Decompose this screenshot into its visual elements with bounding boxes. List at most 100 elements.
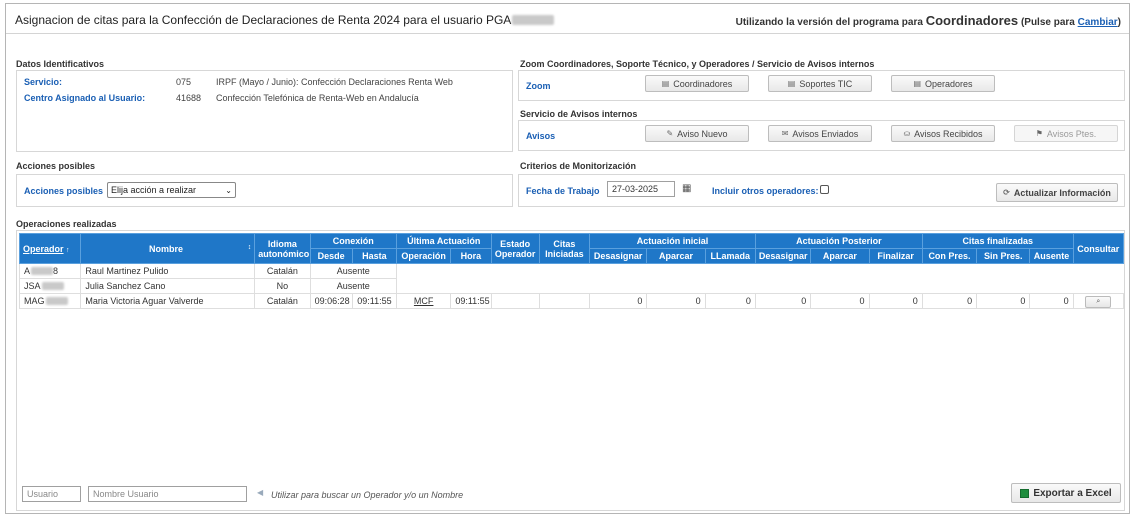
row-operacion[interactable]: MCF (396, 293, 452, 309)
acciones-select[interactable]: Elija acción a realizar ⌄ (107, 182, 236, 198)
nombre-placeholder: Nombre Usuario (93, 489, 159, 499)
servicio-code: 075 (176, 77, 192, 87)
col-consultar: Consultar (1072, 233, 1125, 264)
redacted-operador (31, 267, 54, 275)
aviso-nuevo-label: Aviso Nuevo (677, 128, 728, 139)
avisos-recibidos-label: Avisos Recibidos (914, 128, 983, 139)
zoom-operadores-button[interactable]: ▤ Operadores (891, 75, 995, 92)
zoom-soportes-label: Soportes TIC (799, 78, 853, 89)
centro-code: 41688 (176, 93, 202, 103)
page-title: Asignacion de citas para la Confección d… (15, 13, 555, 27)
zoom-soportes-button[interactable]: ▤ Soportes TIC (768, 75, 872, 92)
avisos-enviados-button[interactable]: ✉ Avisos Enviados (768, 125, 872, 142)
col-desde: Desde (309, 248, 353, 264)
row-estado (490, 293, 540, 309)
servicio-label: Servicio: (24, 77, 63, 87)
zoom-operadores-label: Operadores (925, 78, 973, 89)
table-row[interactable]: A8 Raul Martinez Pulido Catalán Ausente (18, 263, 1124, 279)
row-ai-aparcar: 0 (646, 293, 706, 309)
col-cf-ausente: Ausente (1029, 248, 1074, 264)
pencil-icon: ✎ (666, 129, 674, 138)
operador-prefix: A (24, 266, 31, 276)
avisos-enviados-label: Avisos Enviados (792, 128, 859, 139)
col-operacion: Operación (396, 248, 452, 264)
version-info: Utilizando la versión del programa para … (736, 13, 1121, 28)
version-name: Coordinadores (925, 13, 1019, 28)
actualizar-label: Actualizar Información (1013, 187, 1111, 198)
usuario-placeholder: Usuario (27, 489, 59, 499)
table-row[interactable]: MAG Maria Victoria Aguar Valverde Catalá… (18, 293, 1125, 309)
col-cf-con-pres: Con Pres. (921, 248, 978, 264)
col-operador-label: Operador (23, 243, 64, 254)
col-hasta: Hasta (351, 248, 398, 264)
refresh-icon: ⟳ (1003, 188, 1010, 197)
zoom-coordinadores-button[interactable]: ▤ Coordinadores (645, 75, 749, 92)
acciones-label: Acciones posibles (24, 186, 104, 196)
avisos-ptes-button[interactable]: ⚑ Avisos Ptes. (1014, 125, 1118, 142)
criterios-section-title: Criterios de Monitorización (520, 161, 637, 171)
incluir-otros-checkbox[interactable] (820, 185, 829, 194)
nombre-search-input[interactable]: Nombre Usuario (88, 486, 247, 502)
col-nombre[interactable]: Nombre ↕ (80, 233, 256, 264)
col-ultima-actuacion: Última Actuación (396, 233, 492, 249)
avisos-recibidos-button[interactable]: ⛀ Avisos Recibidos (891, 125, 995, 142)
row-ap-finalizar: 0 (868, 293, 923, 309)
search-hint: Utilizar para buscar un Operador y/o un … (271, 490, 464, 500)
redacted-operador (45, 297, 68, 305)
operaciones-section-title: Operaciones realizadas (16, 219, 117, 229)
row-ai-desasignar: 0 (589, 293, 648, 309)
col-ap-aparcar: Aparcar (810, 248, 870, 264)
row-consultar: ⌕ (1072, 293, 1125, 309)
operacion-link[interactable]: MCF (414, 296, 434, 306)
centro-label: Centro Asignado al Usuario: (24, 93, 146, 103)
version-suffix-close: ) (1117, 17, 1121, 28)
export-excel-button[interactable]: Exportar a Excel (1011, 483, 1121, 503)
avisos-label: Avisos (526, 131, 556, 141)
col-idioma: Idioma autonómico (254, 233, 311, 264)
col-citas-finalizadas: Citas finalizadas (921, 233, 1074, 249)
page-title-text: Asignacion de citas para la Confección d… (15, 13, 512, 27)
servicio-desc: IRPF (Mayo / Junio): Confección Declarac… (216, 77, 453, 87)
row-hasta: 09:11:55 (351, 293, 398, 309)
row-desde: 09:06:28 (309, 293, 353, 309)
row-cf-con-pres: 0 (921, 293, 978, 309)
operador-prefix: JSA (24, 281, 41, 291)
monitor-icon: ▤ (661, 79, 670, 88)
avisos-panel: Avisos ✎ Aviso Nuevo ✉ Avisos Enviados ⛀ Av… (518, 120, 1125, 151)
centro-desc: Confección Telefónica de Renta-Web en An… (216, 93, 419, 103)
sort-up-icon: ↑ (66, 246, 70, 254)
search-icon: ⌕ (1096, 297, 1101, 305)
col-actuacion-inicial: Actuación inicial (589, 233, 756, 249)
row-citas-iniciadas (538, 293, 591, 309)
col-citas-iniciadas: Citas Iniciadas (538, 233, 591, 264)
col-ap-desasignar: Desasignar (754, 248, 812, 264)
row-cf-ausente: 0 (1029, 293, 1074, 309)
flag-icon: ⚑ (1035, 129, 1043, 138)
fecha-trabajo-input[interactable]: 27-03-2025 (607, 181, 675, 197)
change-version-link[interactable]: Cambiar (1078, 17, 1118, 28)
operador-prefix: MAG (24, 296, 45, 306)
col-nombre-label: Nombre (149, 243, 184, 254)
row-operador: JSA (18, 278, 82, 294)
acciones-section-title: Acciones posibles (16, 161, 96, 171)
aviso-nuevo-button[interactable]: ✎ Aviso Nuevo (645, 125, 749, 142)
monitor-icon: ▤ (913, 79, 922, 88)
col-operador[interactable]: Operador ↑ (18, 233, 82, 264)
arrow-left-icon: ◀ (257, 488, 264, 497)
row-ap-aparcar: 0 (810, 293, 870, 309)
main-window: Asignacion de citas para la Confección d… (5, 3, 1130, 514)
col-ai-desasignar: Desasignar (589, 248, 648, 264)
actualizar-button[interactable]: ⟳ Actualizar Información (996, 183, 1118, 202)
version-prefix: Utilizando la versión del programa para (735, 17, 923, 28)
fecha-trabajo-label: Fecha de Trabajo (526, 186, 600, 196)
usuario-search-input[interactable]: Usuario (22, 486, 81, 502)
row-nombre: Raul Martinez Pulido (80, 263, 256, 279)
acciones-panel: Acciones posibles Elija acción a realiza… (16, 174, 513, 207)
col-ai-llamada: LLamada (704, 248, 756, 264)
inbox-icon: ⛀ (903, 129, 911, 138)
calendar-icon[interactable]: ▦ (682, 183, 691, 194)
table-row[interactable]: JSA Julia Sanchez Cano No Ausente (18, 278, 1124, 294)
zoom-section-title: Zoom Coordinadores, Soporte Técnico, y O… (520, 59, 875, 69)
row-idioma: Catalán (254, 293, 311, 309)
consultar-button[interactable]: ⌕ (1085, 295, 1112, 308)
